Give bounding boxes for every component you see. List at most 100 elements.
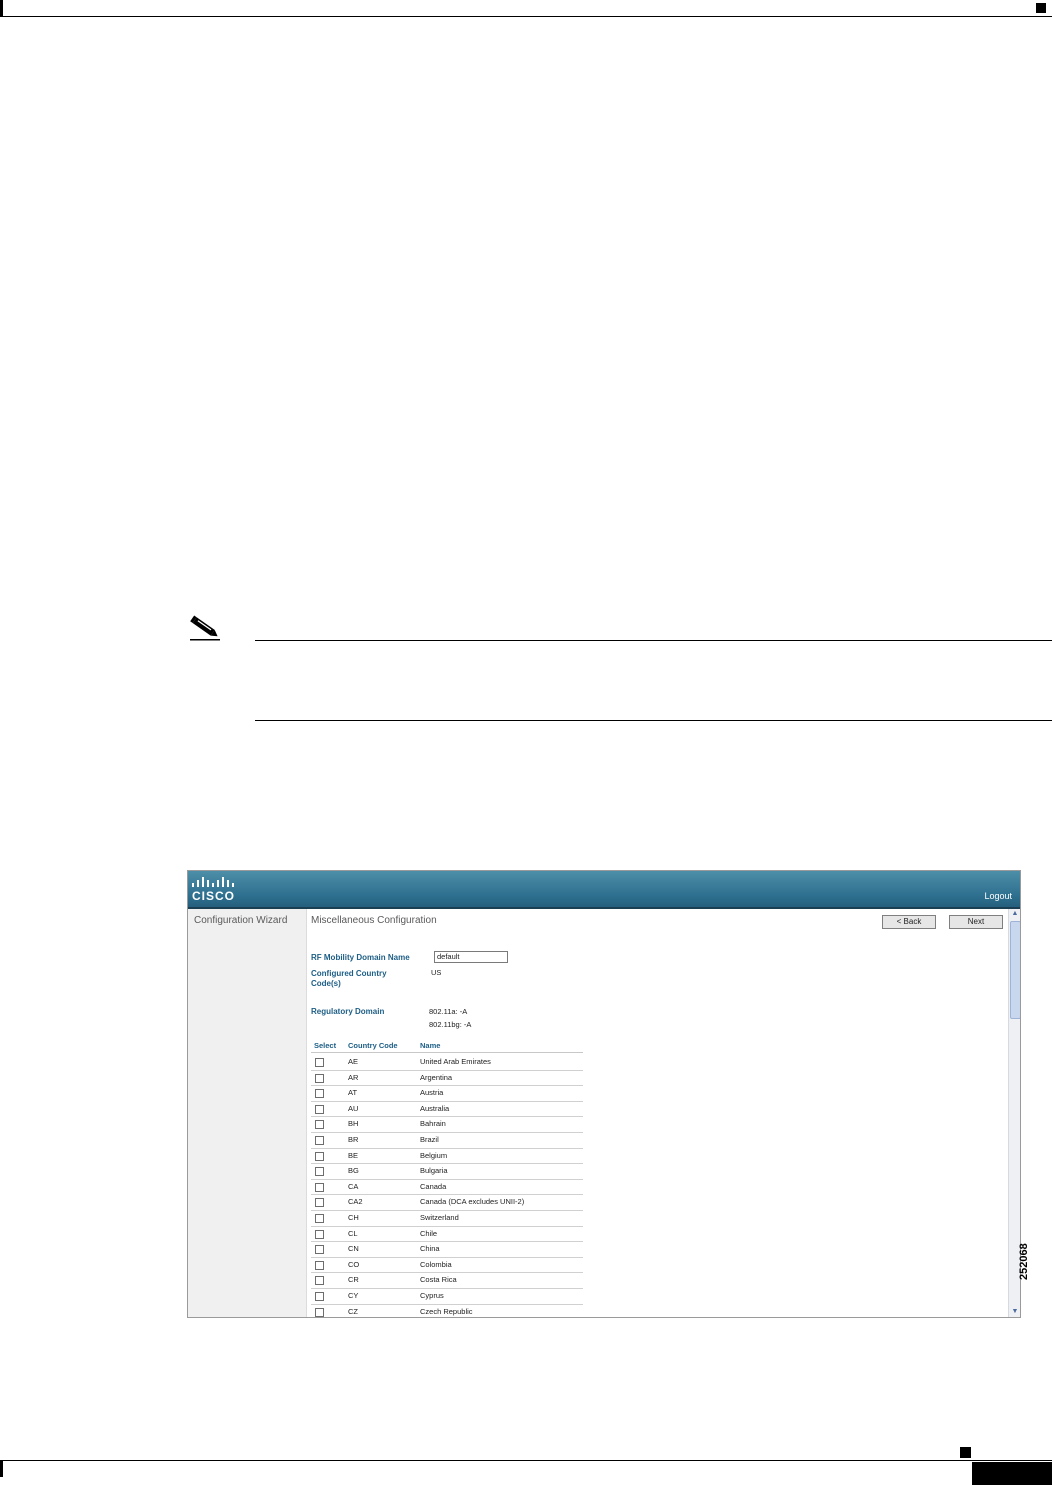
select-checkbox[interactable]	[315, 1182, 324, 1192]
country-name-cell: Czech Republic	[420, 1306, 473, 1316]
table-row: CA2 Canada (DCA excludes UNII-2)	[311, 1194, 583, 1211]
table-row: CL Chile	[311, 1226, 583, 1243]
regdom-80211bg-value: 802.11bg: -A	[429, 1020, 472, 1029]
rf-mobility-label: RF Mobility Domain Name	[311, 953, 410, 962]
country-name-cell: Australia	[420, 1103, 450, 1113]
country-code-cell: BR	[348, 1135, 359, 1144]
table-row: CO Colombia	[311, 1257, 583, 1274]
table-header-rule	[311, 1052, 583, 1053]
sidebar: Configuration Wizard	[188, 909, 307, 1317]
country-code-cell: CA	[348, 1181, 359, 1191]
select-checkbox[interactable]	[315, 1136, 324, 1145]
table-row: BH Bahrain	[311, 1116, 583, 1133]
table-row: BR Brazil	[311, 1132, 583, 1149]
table-row: CZ Czech Republic	[311, 1304, 583, 1317]
regdom-80211a-value: 802.11a: -A	[429, 1007, 468, 1016]
table-row: BE Belgium	[311, 1148, 583, 1165]
country-name-cell: Canada	[420, 1181, 447, 1191]
footer-marker	[960, 1447, 971, 1458]
country-name-cell: Canada (DCA excludes UNII-2)	[420, 1197, 525, 1207]
country-code-cell: CZ	[348, 1306, 358, 1316]
country-code-cell: CH	[348, 1213, 359, 1222]
regulatory-domain-label: Regulatory Domain	[311, 1007, 385, 1016]
scroll-thumb[interactable]	[1010, 921, 1020, 1019]
country-code-cell: CN	[348, 1244, 359, 1254]
note-top-rule	[255, 640, 1052, 641]
table-row: AU Australia	[311, 1101, 583, 1118]
country-code-cell: CA2	[348, 1197, 363, 1207]
select-checkbox[interactable]	[315, 1073, 324, 1083]
table-row: AE United Arab Emirates	[311, 1054, 583, 1071]
country-code-cell: AT	[348, 1088, 358, 1098]
country-code-cell: AU	[348, 1103, 359, 1113]
footer-tick-mark	[0, 1461, 3, 1477]
select-checkbox[interactable]	[315, 1058, 324, 1067]
country-name-cell: Bulgaria	[420, 1166, 448, 1176]
select-checkbox[interactable]	[315, 1151, 324, 1161]
country-name-cell: Switzerland	[420, 1213, 459, 1222]
select-checkbox[interactable]	[315, 1292, 324, 1301]
country-name-cell: Colombia	[420, 1259, 452, 1269]
scroll-down-icon[interactable]: ▼	[1010, 1307, 1020, 1316]
country-code-label-line1: Configured Country	[311, 969, 387, 978]
figure-id: 252068	[1018, 1243, 1030, 1280]
select-checkbox[interactable]	[315, 1120, 324, 1130]
footer-rule	[0, 1460, 1052, 1461]
cisco-wordmark: CISCO	[192, 889, 236, 903]
select-checkbox[interactable]	[315, 1198, 324, 1208]
note-pencil-icon	[190, 615, 220, 641]
footer-page-box	[972, 1462, 1052, 1485]
select-checkbox[interactable]	[315, 1089, 324, 1099]
country-code-cell: CR	[348, 1275, 359, 1285]
col-header-select: Select	[314, 1041, 337, 1050]
header-rule	[0, 16, 1052, 17]
table-row: CY Cyprus	[311, 1288, 583, 1305]
logout-link[interactable]: Logout	[984, 891, 1012, 901]
table-row: CH Switzerland	[311, 1210, 583, 1227]
select-checkbox[interactable]	[315, 1167, 324, 1177]
country-name-cell: Costa Rica	[420, 1275, 457, 1285]
select-checkbox[interactable]	[315, 1276, 324, 1286]
country-name-cell: Austria	[420, 1088, 444, 1098]
note-bottom-rule	[255, 720, 1052, 721]
sidebar-title: Configuration Wizard	[194, 915, 288, 926]
country-code-cell: BG	[348, 1166, 359, 1176]
next-button[interactable]: Next	[949, 915, 1003, 929]
wizard-screenshot: CISCO Logout Configuration Wizard Miscel…	[187, 870, 1021, 1318]
select-checkbox[interactable]	[315, 1307, 324, 1317]
country-code-cell: CO	[348, 1259, 360, 1269]
country-code-value: US	[431, 968, 442, 977]
country-name-cell: United Arab Emirates	[420, 1057, 491, 1066]
table-row: CN China	[311, 1241, 583, 1258]
country-code-label-line2: Code(s)	[311, 979, 341, 988]
select-checkbox[interactable]	[315, 1229, 324, 1239]
country-code-cell: BH	[348, 1119, 359, 1129]
table-row: AR Argentina	[311, 1070, 583, 1087]
cisco-bars-icon	[192, 877, 236, 887]
header-corner-mark	[1036, 3, 1046, 13]
select-checkbox[interactable]	[315, 1214, 324, 1223]
country-code-cell: AE	[348, 1057, 359, 1066]
table-row: AT Austria	[311, 1085, 583, 1102]
rf-mobility-input[interactable]: default	[434, 951, 508, 963]
select-checkbox[interactable]	[315, 1245, 324, 1255]
country-code-cell: BE	[348, 1150, 359, 1160]
col-header-country-code: Country Code	[348, 1041, 398, 1050]
app-header: CISCO Logout	[188, 871, 1020, 909]
country-name-cell: Chile	[420, 1228, 438, 1238]
scroll-up-icon[interactable]: ▲	[1010, 909, 1020, 918]
back-button[interactable]: < Back	[882, 915, 936, 929]
table-row: CR Costa Rica	[311, 1272, 583, 1289]
country-code-cell: CL	[348, 1228, 358, 1238]
country-name-cell: Bahrain	[420, 1119, 446, 1129]
table-row: CA Canada	[311, 1179, 583, 1196]
header-tick-mark	[0, 0, 3, 16]
country-name-cell: China	[420, 1244, 440, 1254]
cisco-logo: CISCO	[192, 877, 236, 905]
country-code-cell: CY	[348, 1291, 359, 1300]
country-name-cell: Brazil	[420, 1135, 439, 1144]
select-checkbox[interactable]	[315, 1260, 324, 1270]
country-name-cell: Argentina	[420, 1072, 453, 1082]
select-checkbox[interactable]	[315, 1104, 324, 1114]
page-title: Miscellaneous Configuration	[311, 915, 437, 926]
